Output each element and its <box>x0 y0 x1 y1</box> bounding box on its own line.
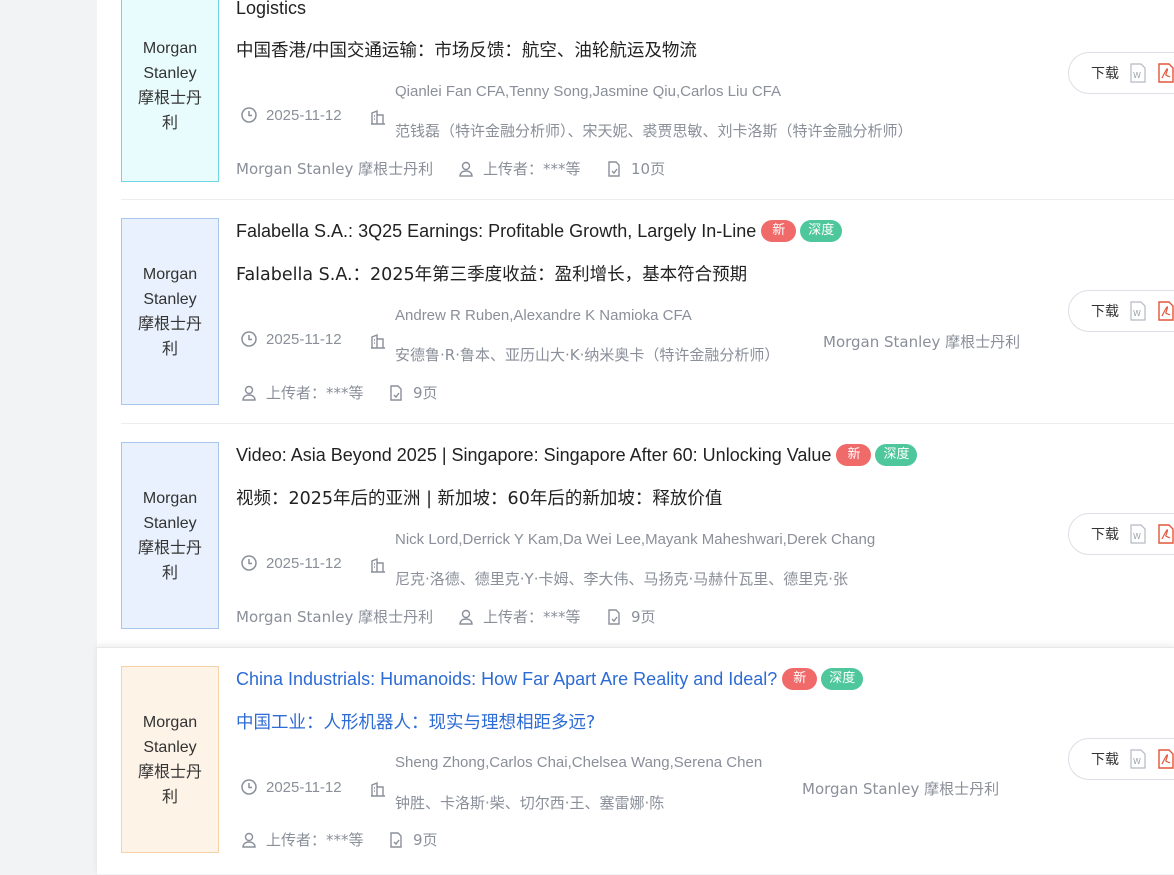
authors-cn: 范钱磊（特许金融分析师）、宋天妮、裘贾思敏、刘卡洛斯（特许金融分析师） <box>395 122 913 140</box>
thumbnail-label: Morgan Stanley 摩根士丹 利 <box>137 713 202 806</box>
page-count: 10页 <box>605 158 665 179</box>
report-thumbnail[interactable]: Morgan Stanley 摩根士丹 利 <box>121 666 219 853</box>
report-card: Morgan Stanley 摩根士丹 利 Logistics 中国香港/中国交… <box>97 0 1174 200</box>
authors-en: Sheng Zhong,Carlos Chai,Chelsea Wang,Ser… <box>395 754 763 771</box>
download-button[interactable]: 下载 W <box>1068 290 1174 332</box>
publish-date: 2025-11-12 <box>240 106 342 124</box>
building-icon <box>369 780 387 798</box>
download-label: 下载 <box>1091 304 1119 320</box>
svg-text:W: W <box>1133 532 1141 541</box>
word-file-icon[interactable]: W <box>1129 524 1147 544</box>
report-card: Morgan Stanley 摩根士丹 利 China Industrials:… <box>97 647 1174 875</box>
report-title-en[interactable]: Video: Asia Beyond 2025 | Singapore: Sin… <box>236 444 918 466</box>
institution[interactable]: Morgan Stanley 摩根士丹利 <box>802 778 999 799</box>
report-thumbnail[interactable]: Morgan Stanley 摩根士丹 利 <box>121 0 219 182</box>
pdf-file-icon[interactable] <box>1157 524 1174 544</box>
word-file-icon[interactable]: W <box>1129 301 1147 321</box>
report-thumbnail[interactable]: Morgan Stanley 摩根士丹 利 <box>121 442 219 629</box>
download-label: 下载 <box>1091 66 1119 82</box>
clock-icon <box>240 554 258 572</box>
uploader: 上传者：***等 <box>457 606 581 627</box>
report-card: Morgan Stanley 摩根士丹 利 Falabella S.A.: 3Q… <box>97 200 1174 424</box>
report-title-cn[interactable]: 中国工业：人形机器人：现实与理想相距多远? <box>236 709 595 734</box>
authors-en: Nick Lord,Derrick Y Kam,Da Wei Lee,Mayan… <box>395 531 876 548</box>
page-count: 9页 <box>387 829 438 850</box>
authors-cn: 钟胜、卡洛斯·柴、切尔西·王、塞雷娜·陈 <box>395 794 665 812</box>
pdf-file-icon[interactable] <box>1157 301 1174 321</box>
svg-text:W: W <box>1133 757 1141 766</box>
badge-new: 新 <box>782 668 818 690</box>
building-icon <box>369 556 387 574</box>
authors-cn: 尼克·洛德、德里克·Y·卡姆、李大伟、马扬克·马赫什瓦里、德里克·张 <box>395 570 849 588</box>
authors-cn: 安德鲁·R·鲁本、亚历山大·K·纳米奥卡（特许金融分析师） <box>395 346 780 364</box>
word-file-icon[interactable]: W <box>1129 63 1147 83</box>
download-label: 下载 <box>1091 527 1119 543</box>
building-icon <box>369 332 387 350</box>
institution[interactable]: Morgan Stanley 摩根士丹利 <box>236 606 433 627</box>
user-icon <box>457 608 475 626</box>
institution[interactable]: Morgan Stanley 摩根士丹利 <box>236 158 433 179</box>
uploader: 上传者：***等 <box>240 382 364 403</box>
word-file-icon[interactable]: W <box>1129 749 1147 769</box>
svg-text:W: W <box>1133 71 1141 80</box>
thumbnail-label: Morgan Stanley 摩根士丹 利 <box>137 40 202 132</box>
author-icon-wrap <box>369 780 395 798</box>
publish-date: 2025-11-12 <box>240 330 342 348</box>
pdf-file-icon[interactable] <box>1157 749 1174 769</box>
document-icon <box>387 831 405 849</box>
download-label: 下载 <box>1091 752 1119 768</box>
user-icon <box>240 384 258 402</box>
author-icon-wrap <box>369 556 395 574</box>
document-icon <box>387 384 405 402</box>
badge-new: 新 <box>761 220 797 242</box>
report-title-en[interactable]: Falabella S.A.: 3Q25 Earnings: Profitabl… <box>236 220 843 242</box>
badge-new: 新 <box>836 444 872 466</box>
publish-date: 2025-11-12 <box>240 554 342 572</box>
author-icon-wrap <box>369 332 395 350</box>
document-icon <box>605 608 623 626</box>
document-icon <box>605 160 623 178</box>
thumbnail-label: Morgan Stanley 摩根士丹 利 <box>137 489 202 582</box>
report-list: Morgan Stanley 摩根士丹 利 Logistics 中国香港/中国交… <box>97 0 1174 874</box>
building-icon <box>369 108 387 126</box>
download-button[interactable]: 下载 W <box>1068 513 1174 555</box>
report-title-cn[interactable]: Falabella S.A.：2025年第三季度收益：盈利增长，基本符合预期 <box>236 261 747 286</box>
report-title-en[interactable]: China Industrials: Humanoids: How Far Ap… <box>236 668 864 690</box>
page-count: 9页 <box>387 382 438 403</box>
clock-icon <box>240 330 258 348</box>
download-button[interactable]: 下载 W <box>1068 738 1174 780</box>
clock-icon <box>240 106 258 124</box>
author-icon-wrap <box>369 108 395 126</box>
pdf-file-icon[interactable] <box>1157 63 1174 83</box>
user-icon <box>457 160 475 178</box>
report-title-cn[interactable]: 中国香港/中国交通运输：市场反馈：航空、油轮航运及物流 <box>236 37 697 62</box>
publish-date: 2025-11-12 <box>240 778 342 796</box>
report-title-en[interactable]: Logistics <box>236 0 306 19</box>
badge-deep: 深度 <box>821 668 864 690</box>
authors-en: Andrew R Ruben,Alexandre K Namioka CFA <box>395 307 692 324</box>
uploader: 上传者：***等 <box>457 158 581 179</box>
badge-deep: 深度 <box>875 444 918 466</box>
report-title-cn[interactable]: 视频：2025年后的亚洲 | 新加坡：60年后的新加坡：释放价值 <box>236 485 722 510</box>
badge-deep: 深度 <box>800 220 843 242</box>
user-icon <box>240 831 258 849</box>
download-button[interactable]: 下载 W <box>1068 52 1174 94</box>
report-thumbnail[interactable]: Morgan Stanley 摩根士丹 利 <box>121 218 219 405</box>
clock-icon <box>240 778 258 796</box>
uploader: 上传者：***等 <box>240 829 364 850</box>
page-count: 9页 <box>605 606 656 627</box>
authors-en: Qianlei Fan CFA,Tenny Song,Jasmine Qiu,C… <box>395 83 782 100</box>
institution[interactable]: Morgan Stanley 摩根士丹利 <box>823 331 1020 352</box>
thumbnail-label: Morgan Stanley 摩根士丹 利 <box>137 265 202 358</box>
svg-text:W: W <box>1133 309 1141 318</box>
report-card: Morgan Stanley 摩根士丹 利 Video: Asia Beyond… <box>97 424 1174 648</box>
